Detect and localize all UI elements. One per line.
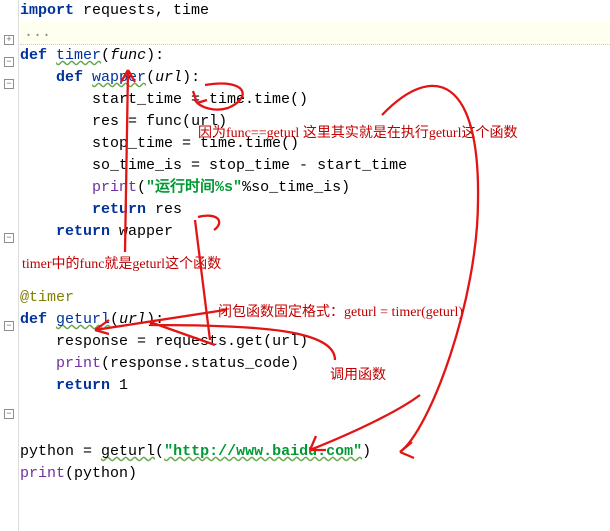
fold-toggle[interactable] [4,321,14,331]
code-line: return res [20,199,610,221]
blank-line [20,419,610,441]
code-line: print(python) [20,463,610,485]
annotation-closure-format: 闭包函数固定格式：geturl = timer(geturl) [218,302,463,324]
code-line: print(response.status_code) [20,353,610,375]
code-line: so_time_is = stop_time - start_time [20,155,610,177]
fold-toggle[interactable] [4,79,14,89]
code-line: response = requests.get(url) [20,331,610,353]
collapsed-region[interactable]: ... [20,22,610,45]
code-editor: import requests, time ... def timer(func… [20,0,610,485]
code-line: python = geturl("http://www.baidu.com") [20,441,610,463]
fold-toggle[interactable] [4,35,14,45]
fold-toggle[interactable] [4,57,14,67]
fold-toggle[interactable] [4,409,14,419]
code-line: return wapper [20,221,610,243]
annotation-call-function: 调用函数 [330,365,386,387]
code-line: start_time = time.time() [20,89,610,111]
code-line: import requests, time [20,0,610,22]
keyword-import: import [20,2,74,19]
gutter [0,0,19,531]
annotation-timer-func-is-geturl: timer中的func就是geturl这个函数 [22,254,221,276]
code-line: def timer(func): [20,45,610,67]
code-line: def wapper(url): [20,67,610,89]
annotation-func-equals-geturl: 因为func==geturl 这里其实就是在执行geturl这个函数 [198,123,517,145]
code-line: return 1 [20,375,610,397]
code-line: print("运行时间%s"%so_time_is) [20,177,610,199]
blank-line [20,397,610,419]
fold-toggle[interactable] [4,233,14,243]
